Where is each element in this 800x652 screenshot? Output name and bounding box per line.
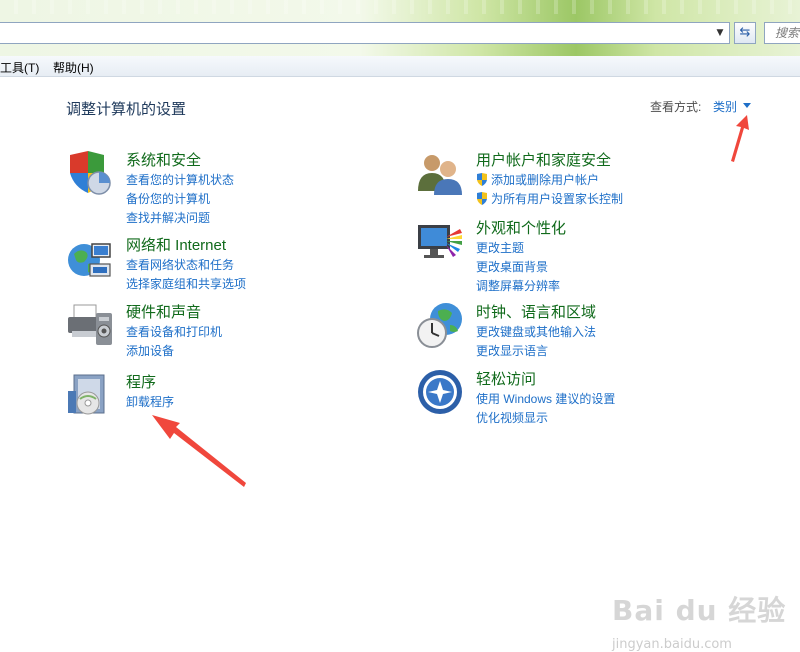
- refresh-button[interactable]: ⇆: [734, 22, 756, 44]
- baidu-watermark-logo: Bai du 经验: [612, 594, 787, 627]
- category-system-security: 系统和安全 查看您的计算机状态 备份您的计算机 查找并解决问题: [66, 149, 366, 225]
- view-by-label: 查看方式:: [650, 100, 702, 114]
- category-title[interactable]: 时钟、语言和区域: [476, 301, 596, 322]
- link-add-remove-accounts[interactable]: 添加或删除用户帐户: [476, 171, 599, 188]
- category-title[interactable]: 硬件和声音: [126, 301, 201, 322]
- link-homegroup-sharing[interactable]: 选择家庭组和共享选项: [126, 275, 246, 292]
- search-input[interactable]: 搜索: [764, 22, 800, 44]
- network-globe-icon: [68, 243, 111, 277]
- annotation-arrow-viewby: [731, 115, 749, 162]
- uac-shield-icon: [477, 192, 487, 205]
- link-text[interactable]: 为所有用户设置家长控制: [491, 192, 623, 206]
- link-uninstall-program[interactable]: 卸载程序: [126, 393, 174, 410]
- category-title[interactable]: 轻松访问: [476, 368, 536, 389]
- window-chrome: ▼ ⇆ 搜索: [0, 0, 800, 56]
- menu-help[interactable]: 帮助(H): [53, 59, 94, 76]
- clock-globe-icon: [417, 303, 462, 348]
- category-clock-language-region: 时钟、语言和区域 更改键盘或其他输入法 更改显示语言: [416, 301, 716, 361]
- link-change-keyboards[interactable]: 更改键盘或其他输入法: [476, 323, 596, 340]
- link-change-theme[interactable]: 更改主题: [476, 239, 524, 256]
- link-change-display-language[interactable]: 更改显示语言: [476, 342, 548, 359]
- annotation-arrow-uninstall: [152, 415, 246, 487]
- address-dropdown-icon[interactable]: ▼: [713, 26, 727, 40]
- link-optimize-video-display[interactable]: 优化视频显示: [476, 409, 548, 426]
- refresh-icon: ⇆: [739, 25, 751, 40]
- link-change-desktop-background[interactable]: 更改桌面背景: [476, 258, 548, 275]
- chevron-down-icon[interactable]: [743, 103, 751, 108]
- users-icon: [418, 155, 462, 195]
- link-parental-controls[interactable]: 为所有用户设置家长控制: [476, 190, 623, 207]
- category-appearance: 外观和个性化 更改主题 更改桌面背景 调整屏幕分辨率: [416, 217, 716, 293]
- page-title: 调整计算机的设置: [66, 101, 187, 118]
- link-text[interactable]: 添加或删除用户帐户: [491, 173, 599, 187]
- baidu-watermark-url: jingyan.baidu.com: [612, 637, 732, 652]
- link-windows-recommended-settings[interactable]: 使用 Windows 建议的设置: [476, 390, 615, 407]
- category-title[interactable]: 网络和 Internet: [126, 234, 226, 255]
- shield-icon: [70, 151, 111, 195]
- ease-of-access-icon: [418, 370, 462, 414]
- link-view-computer-status[interactable]: 查看您的计算机状态: [126, 171, 234, 188]
- programs-icon: [68, 374, 105, 415]
- category-title[interactable]: 用户帐户和家庭安全: [476, 149, 611, 170]
- category-hardware-sound: 硬件和声音 查看设备和打印机 添加设备: [66, 301, 366, 361]
- monitor-palette-icon: [418, 225, 462, 258]
- link-backup-computer[interactable]: 备份您的计算机: [126, 190, 210, 207]
- menu-tools[interactable]: 工具(T): [0, 59, 39, 76]
- category-title[interactable]: 外观和个性化: [476, 217, 566, 238]
- link-adjust-resolution[interactable]: 调整屏幕分辨率: [476, 277, 560, 294]
- link-troubleshoot[interactable]: 查找并解决问题: [126, 209, 210, 226]
- control-panel-content: 调整计算机的设置 查看方式: 类别 系统和安全 查看您的计算机状态 备份您的计算…: [0, 77, 800, 652]
- link-add-device[interactable]: 添加设备: [126, 342, 174, 359]
- uac-shield-icon: [477, 173, 487, 186]
- menu-bar: 工具(T) 帮助(H): [0, 56, 800, 77]
- category-ease-of-access: 轻松访问 使用 Windows 建议的设置 优化视频显示: [416, 368, 716, 428]
- link-devices-printers[interactable]: 查看设备和打印机: [126, 323, 222, 340]
- category-title[interactable]: 系统和安全: [126, 149, 201, 170]
- link-network-status[interactable]: 查看网络状态和任务: [126, 256, 234, 273]
- category-title[interactable]: 程序: [126, 371, 156, 392]
- address-bar[interactable]: ▼: [0, 22, 730, 44]
- printer-icon: [68, 304, 112, 345]
- category-user-accounts: 用户帐户和家庭安全 添加或删除用户帐户 为所有用户设置家长控制: [416, 149, 716, 209]
- category-network-internet: 网络和 Internet 查看网络状态和任务 选择家庭组和共享选项: [66, 234, 366, 294]
